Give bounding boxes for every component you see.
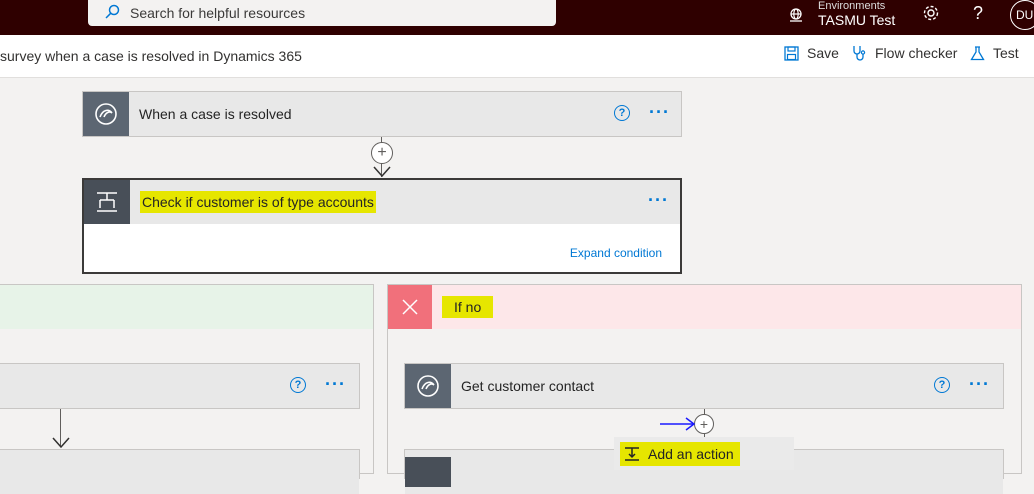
command-bar: survey when a case is resolved in Dynami…: [0, 35, 1034, 78]
search-icon: [104, 4, 120, 23]
environment-icon: [788, 7, 804, 28]
condition-card[interactable]: Check if customer is of type accounts ··…: [82, 178, 682, 274]
yes-action-more-menu[interactable]: ···: [325, 374, 346, 395]
test-label: Test: [993, 45, 1019, 61]
yes-next-card[interactable]: [0, 449, 360, 494]
save-icon: [784, 45, 799, 61]
get-customer-contact-help-icon[interactable]: ?: [934, 377, 950, 393]
flow-title: survey when a case is resolved in Dynami…: [0, 48, 302, 64]
trigger-card[interactable]: When a case is resolved ? ···: [82, 91, 682, 137]
condition-title: Check if customer is of type accounts: [140, 191, 376, 213]
beaker-icon: [970, 45, 985, 61]
add-an-action-label: Add an action: [648, 445, 734, 462]
if-no-header[interactable]: If no: [388, 285, 1021, 329]
trigger-help-icon[interactable]: ?: [614, 105, 630, 121]
pointer-arrow-icon: [660, 417, 696, 436]
top-bar: Search for helpful resources Environment…: [0, 0, 1034, 35]
environment-picker[interactable]: Environments TASMU Test: [788, 0, 895, 35]
if-yes-header[interactable]: [0, 285, 373, 329]
get-customer-contact-title: Get customer contact: [461, 378, 595, 394]
user-avatar[interactable]: DU: [1010, 0, 1034, 30]
save-button[interactable]: Save: [784, 45, 839, 61]
search-placeholder: Search for helpful resources: [130, 5, 306, 21]
dynamics-icon: [83, 92, 129, 136]
condition-more-menu[interactable]: ···: [648, 190, 669, 211]
add-action-icon: [624, 446, 640, 462]
expand-condition-link[interactable]: Expand condition: [570, 246, 662, 260]
help-icon[interactable]: ?: [973, 0, 983, 26]
insert-step-plus-icon[interactable]: +: [371, 142, 393, 164]
yes-action-card[interactable]: ? ···: [0, 363, 360, 409]
get-customer-contact-card[interactable]: Get customer contact ? ···: [404, 363, 1004, 409]
if-no-label: If no: [442, 296, 494, 318]
condition-icon: [84, 180, 130, 224]
trigger-more-menu[interactable]: ···: [649, 102, 670, 123]
get-customer-contact-more-menu[interactable]: ···: [969, 374, 990, 395]
environment-name: TASMU Test: [818, 11, 896, 28]
save-label: Save: [807, 45, 839, 61]
settings-gear-icon[interactable]: [922, 0, 940, 26]
dynamics-icon: [405, 364, 451, 408]
test-button[interactable]: Test: [970, 45, 1019, 61]
insert-step-plus-icon[interactable]: +: [694, 414, 714, 434]
search-box[interactable]: Search for helpful resources: [88, 0, 556, 26]
stethoscope-icon: [851, 45, 867, 61]
add-an-action-menu-item[interactable]: Add an action: [614, 437, 794, 470]
flow-checker-label: Flow checker: [875, 45, 958, 61]
yes-action-help-icon[interactable]: ?: [290, 377, 306, 393]
flow-checker-button[interactable]: Flow checker: [851, 45, 957, 61]
action-icon: [405, 457, 451, 487]
close-x-icon: [388, 285, 432, 329]
trigger-title: When a case is resolved: [139, 106, 292, 122]
environment-label: Environments: [818, 0, 886, 12]
